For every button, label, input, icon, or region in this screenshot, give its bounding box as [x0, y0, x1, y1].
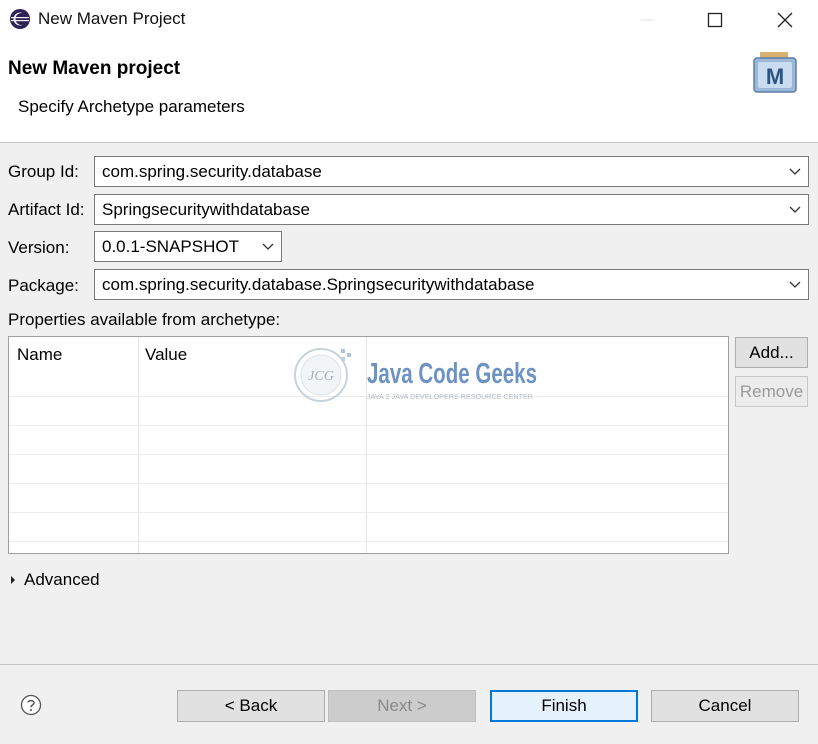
wizard-header: New Maven project Specify Archetype para… — [0, 40, 818, 143]
cancel-button[interactable]: Cancel — [651, 690, 799, 722]
chevron-down-icon — [789, 206, 801, 213]
svg-text:JAVA 2 JAVA DEVELOPERS RESOURC: JAVA 2 JAVA DEVELOPERS RESOURCE CENTER — [367, 394, 533, 401]
column-header-name[interactable]: Name — [17, 345, 62, 365]
column-divider — [138, 337, 139, 553]
maven-badge-letter: M — [766, 64, 784, 89]
chevron-down-icon — [789, 168, 801, 175]
group-id-label: Group Id: — [8, 162, 79, 181]
package-combo[interactable]: com.spring.security.database.Springsecur… — [94, 269, 809, 300]
page-title: New Maven project — [8, 58, 181, 79]
minimize-icon — [641, 19, 653, 21]
svg-text:JCG: JCG — [308, 369, 334, 384]
row-divider — [9, 512, 728, 513]
advanced-label: Advanced — [24, 570, 100, 589]
row-divider — [9, 454, 728, 455]
back-button[interactable]: < Back — [177, 690, 325, 722]
artifact-id-value: Springsecuritywithdatabase — [102, 200, 310, 219]
package-value: com.spring.security.database.Springsecur… — [102, 275, 535, 294]
maximize-button[interactable] — [692, 0, 738, 40]
jcg-watermark-logo: JCG Java Code Geeks JAVA 2 JAVA DEVELOPE… — [294, 348, 537, 402]
artifact-id-label: Artifact Id: — [8, 200, 85, 219]
advanced-section-toggle[interactable]: Advanced — [8, 570, 100, 590]
group-id-combo[interactable]: com.spring.security.database — [94, 156, 809, 187]
version-combo[interactable]: 0.0.1-SNAPSHOT — [94, 231, 282, 262]
svg-text:Java Code Geeks: Java Code Geeks — [367, 358, 537, 390]
chevron-down-icon — [789, 281, 801, 288]
row-divider — [9, 541, 728, 542]
package-label: Package: — [8, 276, 79, 295]
row-divider — [9, 425, 728, 426]
title-bar: New Maven Project — [0, 0, 818, 40]
row-divider — [9, 483, 728, 484]
version-label: Version: — [8, 238, 70, 257]
close-icon — [777, 12, 793, 28]
next-button[interactable]: Next > — [328, 690, 476, 722]
eclipse-app-icon — [10, 9, 30, 29]
page-description: Specify Archetype parameters — [18, 97, 245, 116]
version-value: 0.0.1-SNAPSHOT — [102, 237, 239, 256]
group-id-value: com.spring.security.database — [102, 162, 322, 181]
help-icon[interactable] — [20, 694, 42, 716]
close-button[interactable] — [762, 0, 808, 40]
expand-triangle-icon — [11, 576, 15, 584]
window-title: New Maven Project — [38, 9, 186, 28]
minimize-button[interactable] — [624, 0, 670, 40]
footer-divider — [0, 664, 818, 665]
artifact-id-combo[interactable]: Springsecuritywithdatabase — [94, 194, 809, 225]
add-property-button[interactable]: Add... — [735, 337, 808, 368]
column-header-value[interactable]: Value — [145, 345, 187, 365]
chevron-down-icon — [262, 243, 274, 250]
remove-property-button[interactable]: Remove — [735, 376, 808, 407]
maven-badge-icon: M — [753, 52, 797, 93]
finish-button[interactable]: Finish — [490, 690, 638, 722]
maximize-icon — [707, 12, 723, 28]
properties-label: Properties available from archetype: — [8, 310, 281, 329]
properties-table[interactable]: Name Value JCG Java Code Geeks JAVA 2 JA… — [8, 336, 729, 554]
